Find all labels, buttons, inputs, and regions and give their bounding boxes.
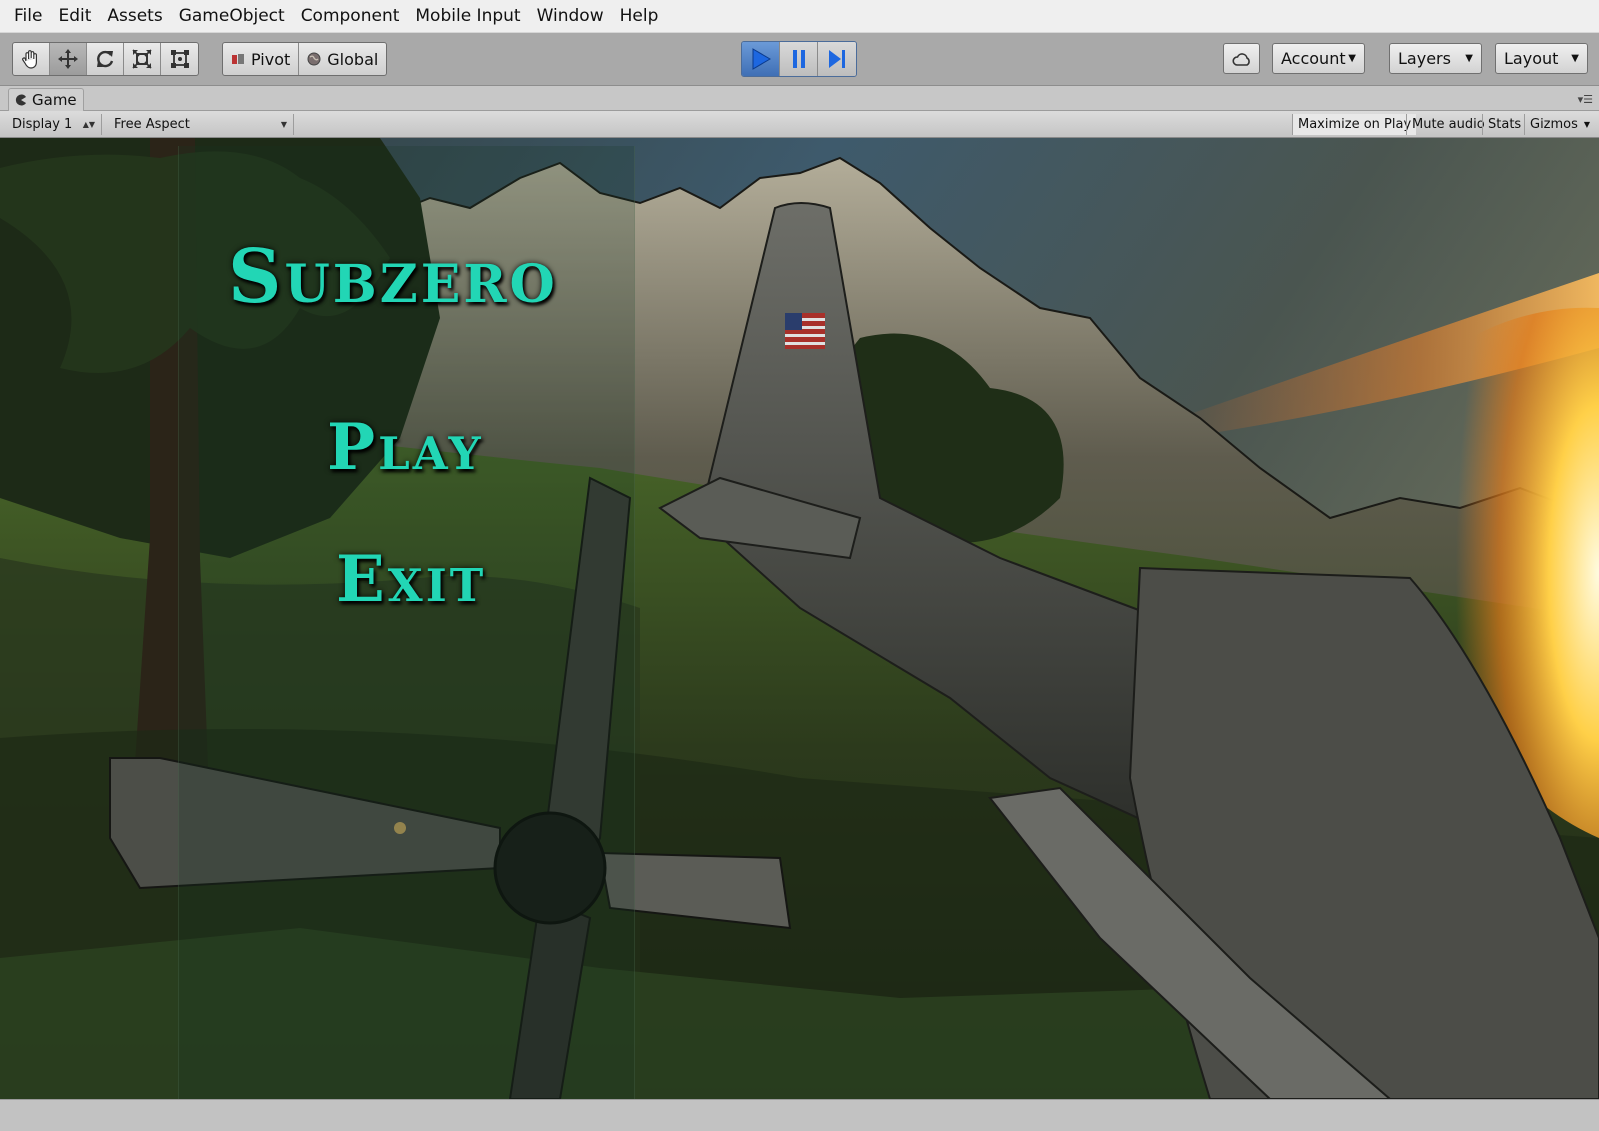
pacman-icon xyxy=(15,94,26,106)
rect-transform-icon xyxy=(170,50,189,68)
hand-tool-button[interactable] xyxy=(13,43,50,75)
scale-icon xyxy=(132,49,152,69)
pivot-button[interactable]: Pivot xyxy=(223,43,300,75)
stats-toggle[interactable]: Stats xyxy=(1482,114,1526,135)
toolbar: Pivot Global Account ▼ Layers ▼ Layout ▼ xyxy=(0,33,1599,86)
aspect-dropdown[interactable]: Free Aspect ▼ xyxy=(108,114,294,135)
cloud-icon xyxy=(1231,52,1250,66)
menu-help[interactable]: Help xyxy=(612,0,667,33)
transform-tools xyxy=(12,42,199,76)
gizmos-label: Gizmos xyxy=(1530,117,1578,132)
account-dropdown[interactable]: Account ▼ xyxy=(1272,43,1365,74)
menu-assets[interactable]: Assets xyxy=(99,0,170,33)
menu-file[interactable]: File xyxy=(6,0,50,33)
global-button[interactable]: Global xyxy=(299,43,386,75)
menu-mobile-input[interactable]: Mobile Input xyxy=(407,0,528,33)
menu-bar: File Edit Assets GameObject Component Mo… xyxy=(0,0,1599,33)
stats-label: Stats xyxy=(1488,117,1522,132)
play-icon xyxy=(752,48,771,70)
pause-button[interactable] xyxy=(780,42,818,76)
play-button[interactable] xyxy=(742,42,780,76)
pivot-icon xyxy=(232,54,244,64)
maximize-on-play-label: Maximize on Play xyxy=(1298,117,1412,132)
dropdown-arrow-icon: ▼ xyxy=(1465,53,1473,64)
tab-game[interactable]: Game xyxy=(8,88,84,111)
layout-dropdown[interactable]: Layout ▼ xyxy=(1495,43,1588,74)
gizmos-dropdown[interactable]: Gizmos ▼ xyxy=(1524,114,1599,135)
global-label: Global xyxy=(327,49,379,69)
maximize-on-play-toggle[interactable]: Maximize on Play xyxy=(1292,114,1417,135)
globe-icon xyxy=(307,52,321,66)
menu-edit[interactable]: Edit xyxy=(50,0,99,33)
aspect-label: Free Aspect xyxy=(114,117,190,132)
flag-icon xyxy=(785,313,825,349)
mute-audio-toggle[interactable]: Mute audio xyxy=(1406,114,1490,135)
step-button[interactable] xyxy=(818,42,856,76)
pivot-label: Pivot xyxy=(251,49,291,69)
tab-bar: Game ▾☰ xyxy=(0,86,1599,111)
tab-game-label: Game xyxy=(32,91,77,109)
display-dropdown[interactable]: Display 1 ▲▼ xyxy=(6,114,102,135)
play-menu-option[interactable]: Play xyxy=(327,410,484,485)
move-tool-button[interactable] xyxy=(50,43,87,75)
hand-icon xyxy=(22,50,37,69)
rotate-icon xyxy=(97,50,114,68)
exit-menu-option[interactable]: Exit xyxy=(336,542,486,617)
status-bar xyxy=(0,1099,1599,1131)
layers-dropdown[interactable]: Layers ▼ xyxy=(1389,43,1482,74)
collab-cloud-button[interactable] xyxy=(1223,43,1260,74)
game-view-toolbar: Display 1 ▲▼ Free Aspect ▼ Maximize on P… xyxy=(0,111,1599,138)
menu-component[interactable]: Component xyxy=(293,0,408,33)
pivot-global-group: Pivot Global xyxy=(222,42,388,76)
scale-tool-button[interactable] xyxy=(124,43,161,75)
playback-controls xyxy=(741,41,857,77)
game-title: Subzero xyxy=(228,234,558,320)
dropdown-arrow-icon: ▼ xyxy=(1348,53,1356,64)
layout-label: Layout xyxy=(1504,49,1559,68)
rotate-tool-button[interactable] xyxy=(87,43,124,75)
step-icon xyxy=(829,50,845,68)
pause-icon xyxy=(792,50,805,68)
rect-tool-button[interactable] xyxy=(161,43,198,75)
tab-options-icon[interactable]: ▾☰ xyxy=(1578,93,1593,106)
dropdown-arrow-icon: ▼ xyxy=(1571,53,1579,64)
menu-window[interactable]: Window xyxy=(529,0,612,33)
game-viewport[interactable]: Subzero Play Exit xyxy=(0,138,1599,1099)
account-label: Account xyxy=(1281,49,1346,68)
updown-arrow-icon: ▲▼ xyxy=(82,120,95,129)
dropdown-arrow-icon: ▼ xyxy=(1583,120,1591,129)
mute-audio-label: Mute audio xyxy=(1412,117,1485,132)
menu-gameobject[interactable]: GameObject xyxy=(171,0,293,33)
layers-label: Layers xyxy=(1398,49,1451,68)
dropdown-arrow-icon: ▼ xyxy=(280,120,287,129)
display-label: Display 1 xyxy=(12,117,73,132)
move-icon xyxy=(58,49,78,69)
